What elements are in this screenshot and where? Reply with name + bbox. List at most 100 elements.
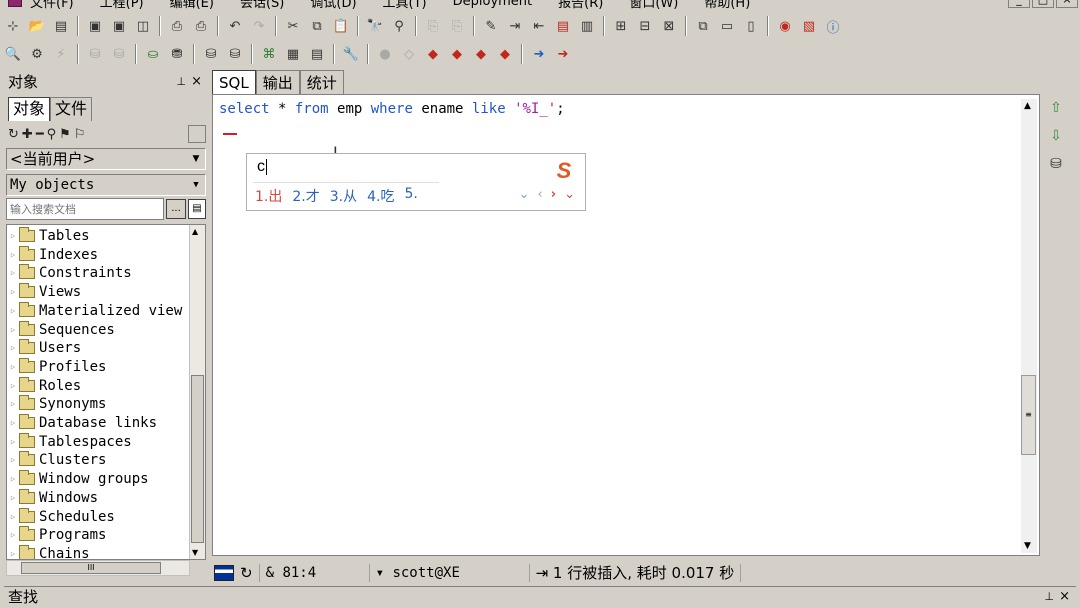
expand-icon[interactable]: ▷ <box>7 400 19 408</box>
expand-icon[interactable]: ▷ <box>7 269 19 277</box>
scroll-down-icon[interactable]: ▼ <box>1024 541 1031 551</box>
copy-data-icon[interactable]: ⎘ <box>422 15 444 37</box>
chevron-down-icon[interactable]: ▼ <box>189 177 203 193</box>
template-icon[interactable]: ▦ <box>282 43 304 65</box>
wrench-icon[interactable]: 🔧 <box>340 43 362 65</box>
ime-prev-icon[interactable]: ‹ <box>538 187 543 202</box>
paste-icon[interactable]: 📋 <box>330 15 352 37</box>
tree-node[interactable]: ▷ Tablespaces <box>7 432 132 451</box>
expand-icon[interactable]: ▷ <box>7 251 19 259</box>
close-icon[interactable]: × <box>191 74 202 89</box>
select-all-icon[interactable]: ▥ <box>576 15 598 37</box>
close-icon[interactable]: × <box>1059 589 1070 604</box>
tree-node[interactable]: ▷ Users <box>7 339 81 357</box>
expand-icon[interactable]: ▷ <box>7 344 19 352</box>
search-input[interactable] <box>6 198 164 220</box>
arrow-right-icon[interactable]: ➜ <box>528 43 550 65</box>
chevron-down-icon[interactable]: ▼ <box>189 151 203 167</box>
new-icon[interactable]: ⊹ <box>2 15 24 37</box>
scroll-thumb[interactable] <box>191 375 204 543</box>
arrow-right-red-icon[interactable]: ➜ <box>552 43 574 65</box>
sql-icon[interactable]: ⛃ <box>166 43 188 65</box>
ime-more-icon[interactable]: ⌄ <box>564 187 575 202</box>
find-icon[interactable]: 🔭 <box>364 15 386 37</box>
tree-node[interactable]: ▷ Programs <box>7 526 106 544</box>
tab-sql[interactable]: SQL <box>212 70 256 94</box>
scroll-up-icon[interactable]: ▲ <box>1024 101 1031 111</box>
tree-node[interactable]: ▷ Windows <box>7 488 98 507</box>
expand-icon[interactable]: ▷ <box>7 232 19 240</box>
pdf-icon[interactable]: ▧ <box>798 15 820 37</box>
find-replace-icon[interactable]: ⚲ <box>388 15 410 37</box>
tree-node[interactable]: ▷ Clusters <box>7 451 106 469</box>
db-connect-icon[interactable]: ⛁ <box>200 43 222 65</box>
menu-report[interactable]: 报告(R) <box>558 0 603 11</box>
ime-expand-icon[interactable]: ⌄ <box>519 187 530 202</box>
tab-statistics[interactable]: 统计 <box>299 70 344 94</box>
tile-vertical-icon[interactable]: ▯ <box>740 15 762 37</box>
sql-statement[interactable]: select * from emp where ename like '%I_'… <box>219 101 565 117</box>
arrow-down-icon[interactable]: ⇩ <box>1050 128 1062 144</box>
tab-files[interactable]: 文件 <box>50 97 93 121</box>
db-disconnect-icon[interactable]: ⛁ <box>224 43 246 65</box>
tree-node[interactable]: ▷ Tables <box>7 227 90 245</box>
debug-exit-icon[interactable]: ◆ <box>494 43 516 65</box>
pin-icon[interactable]: ⊥ <box>176 75 186 88</box>
scroll-down-icon[interactable]: ▼ <box>192 548 198 557</box>
menu-deployment[interactable]: Deployment <box>453 0 533 9</box>
menu-session[interactable]: 会话(S) <box>240 0 284 11</box>
ime-candidate[interactable]: 5. <box>404 186 417 206</box>
break-icon[interactable]: ⚡ <box>50 43 72 65</box>
ime-candidate[interactable]: 4.吃 <box>367 186 394 206</box>
menu-help[interactable]: 帮助(H) <box>704 0 750 11</box>
save-as-icon[interactable]: ▣ <box>108 15 130 37</box>
save-all-icon[interactable]: ◫ <box>132 15 154 37</box>
tree-node[interactable]: ▷ Materialized view <box>7 301 182 320</box>
debug-start-icon[interactable]: ● <box>374 43 396 65</box>
menu-file[interactable]: 文件(F) <box>30 0 74 11</box>
tree-node[interactable]: ▷ Profiles <box>7 357 106 376</box>
menu-tools[interactable]: 工具(T) <box>383 0 427 11</box>
remove-icon[interactable]: ━ <box>36 127 44 142</box>
expand-icon[interactable]: ▷ <box>7 550 19 558</box>
expand-icon[interactable]: ▷ <box>7 456 19 464</box>
rollback-icon[interactable]: ⛁ <box>108 43 130 65</box>
connection-status[interactable]: ▾ scott@XE <box>370 564 530 582</box>
cut-icon[interactable]: ✂ <box>282 15 304 37</box>
menu-window[interactable]: 窗口(W) <box>629 0 678 11</box>
user-select[interactable]: <当前用户> ▼ <box>6 148 206 170</box>
indent-icon[interactable]: ⇥ <box>504 15 526 37</box>
sessions-icon[interactable]: ⊠ <box>658 15 680 37</box>
tab-output[interactable]: 输出 <box>255 70 300 94</box>
expand-icon[interactable]: ▷ <box>7 438 19 446</box>
expand-icon[interactable]: ▷ <box>7 475 19 483</box>
explain-plan-icon[interactable]: ⛀ <box>142 43 164 65</box>
editor-vertical-scrollbar[interactable]: ▲ ≡ ▼ <box>1021 99 1037 553</box>
filter-checkbox[interactable] <box>188 125 206 143</box>
object-filter-select[interactable]: My objects ▼ <box>6 174 206 196</box>
debug-stop-icon[interactable]: ◆ <box>470 43 492 65</box>
maximize-button[interactable]: □ <box>1032 0 1054 8</box>
ime-candidate[interactable]: 1.出 <box>255 186 282 206</box>
comment-icon[interactable]: ✎ <box>480 15 502 37</box>
tree-node[interactable]: ▷ Constraints <box>7 264 132 282</box>
scroll-thumb[interactable]: ≡ <box>1021 375 1036 455</box>
window-list-icon[interactable]: ⊞ <box>610 15 632 37</box>
filter-icon[interactable]: ⚑ <box>59 127 71 142</box>
find-object-icon[interactable]: ⚲ <box>47 127 57 142</box>
debug-pause-icon[interactable]: ◆ <box>446 43 468 65</box>
save-icon[interactable]: ▣ <box>84 15 106 37</box>
debug-step-icon[interactable]: ◇ <box>398 43 420 65</box>
tree-node[interactable]: ▷ Schedules <box>7 507 115 526</box>
scroll-thumb[interactable]: III <box>21 562 161 574</box>
expand-icon[interactable]: ▷ <box>7 419 19 427</box>
tree-vertical-scrollbar[interactable]: ▲ ▼ <box>189 225 205 559</box>
tree-horizontal-scrollbar[interactable]: III <box>6 560 190 576</box>
expand-icon[interactable]: ▷ <box>7 363 19 371</box>
oracle-icon[interactable]: ◉ <box>774 15 796 37</box>
expand-icon[interactable]: ▷ <box>7 513 19 521</box>
expand-icon[interactable]: ▷ <box>7 494 19 502</box>
tree-node[interactable]: ▷ Database links <box>7 414 157 432</box>
minimize-button[interactable]: _ <box>1008 0 1030 8</box>
connection-icon[interactable]: ⊟ <box>634 15 656 37</box>
